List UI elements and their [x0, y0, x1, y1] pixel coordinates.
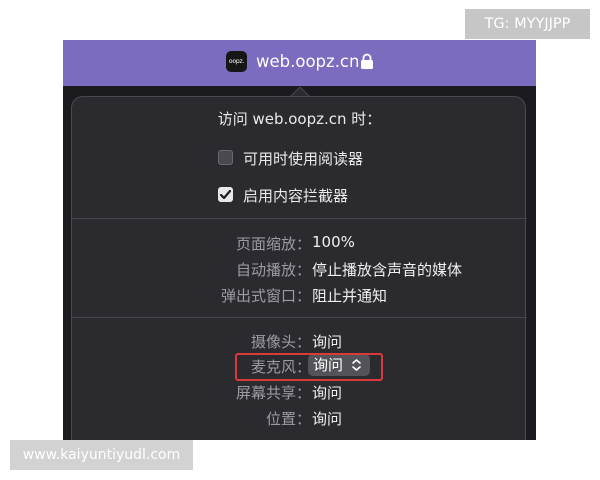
watermark-bottom: www.kaiyuntiyudl.com: [10, 440, 193, 470]
screen-sharing-value[interactable]: 询问: [312, 382, 342, 403]
microphone-highlight-annotation: [235, 353, 383, 381]
page-zoom-value[interactable]: 100%: [312, 233, 355, 251]
site-favicon-icon: oopz.: [226, 51, 247, 72]
page-zoom-label: 页面缩放：: [235, 235, 311, 253]
reader-option-label[interactable]: 可用时使用阅读器: [243, 148, 363, 169]
address-bar[interactable]: oopz. web.oopz.cn: [63, 40, 536, 86]
content-blocker-option-label[interactable]: 启用内容拦截器: [243, 185, 348, 206]
watermark-top: TG: MYYJJPP: [465, 9, 590, 39]
popup-windows-label: 弹出式窗口：: [220, 287, 311, 305]
checkmark-icon: [219, 189, 232, 200]
camera-value[interactable]: 询问: [312, 331, 342, 352]
divider: [72, 218, 527, 219]
autoplay-label: 自动播放：: [235, 261, 311, 279]
content-blocker-checkbox[interactable]: [218, 187, 233, 202]
autoplay-value[interactable]: 停止播放含声音的媒体: [312, 259, 462, 280]
site-url[interactable]: web.oopz.cn: [256, 51, 359, 73]
browser-window: oopz. web.oopz.cn 访问 web.oopz.cn 时： 可用时使…: [63, 40, 536, 440]
location-value[interactable]: 询问: [312, 408, 342, 429]
popup-windows-value[interactable]: 阻止并通知: [312, 285, 387, 306]
divider: [72, 317, 527, 318]
location-label: 位置：: [265, 410, 311, 428]
popover-title: 访问 web.oopz.cn 时：: [217, 110, 382, 128]
lock-icon[interactable]: [360, 53, 374, 70]
reader-checkbox[interactable]: [218, 150, 233, 165]
camera-label: 摄像头：: [250, 333, 311, 351]
screen-sharing-label: 屏幕共享：: [235, 384, 311, 402]
